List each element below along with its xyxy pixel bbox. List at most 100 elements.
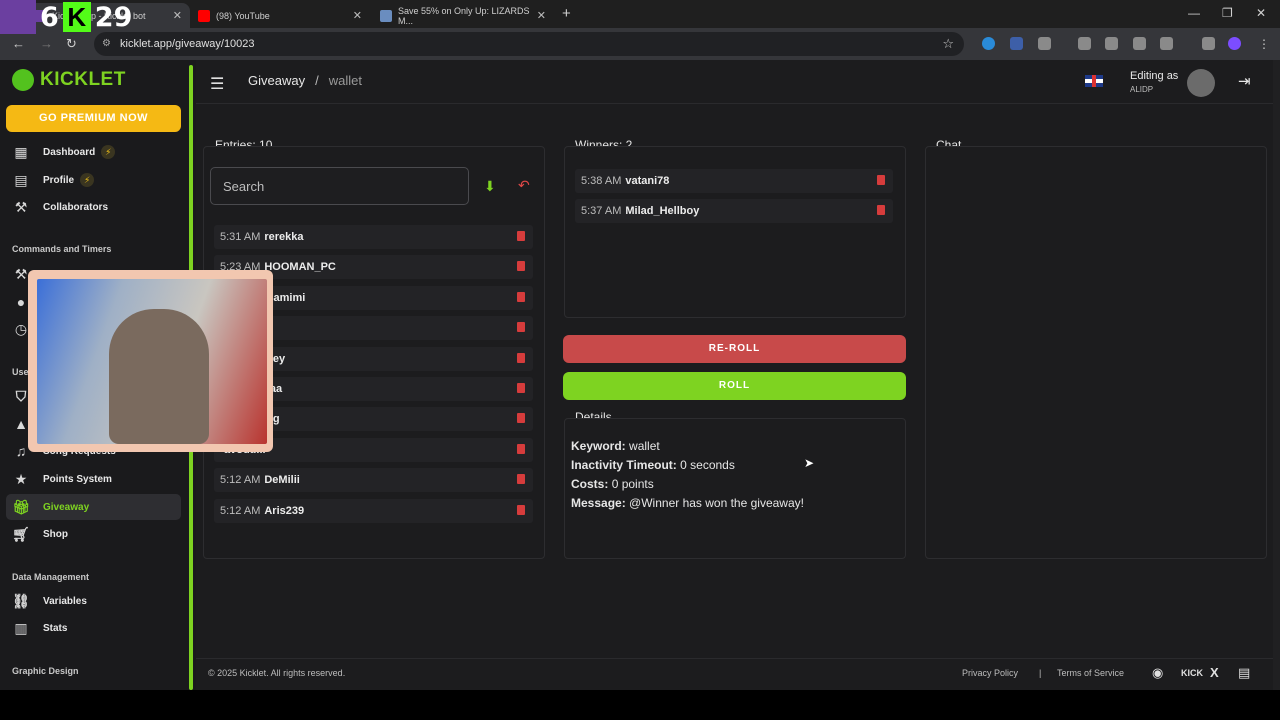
window-close-icon[interactable]: ✕ bbox=[1256, 6, 1266, 20]
warning-icon: ▲ bbox=[14, 416, 28, 432]
delete-entry-icon[interactable] bbox=[517, 504, 525, 515]
menu-toggle-icon[interactable]: ☰ bbox=[210, 74, 224, 94]
page-scrollbar[interactable] bbox=[1273, 60, 1280, 690]
delete-entry-icon[interactable] bbox=[517, 261, 525, 272]
sidebar-item-points-system[interactable]: ★ Points System bbox=[6, 466, 181, 492]
copyright-text: © 2025 Kicklet. All rights reserved. bbox=[208, 668, 346, 678]
entry-row: 5:31 AM rerekka bbox=[214, 225, 533, 249]
music-icon: ♫ bbox=[15, 443, 27, 459]
kick-logo-icon: K bbox=[62, 2, 91, 32]
address-bar[interactable]: ⚙ kicklet.app/giveaway/10023 ☆ bbox=[94, 32, 964, 56]
delete-entry-icon[interactable] bbox=[517, 474, 525, 485]
kicklet-logo[interactable]: KICKLET bbox=[12, 69, 126, 91]
editing-as: Editing as ALIDP bbox=[1130, 70, 1178, 94]
delete-entry-icon[interactable] bbox=[517, 443, 525, 454]
browser-tab-bar: Kicklet.app - Kicklet bot ✕ (98) YouTube… bbox=[0, 0, 1280, 28]
clock-icon: ◷ bbox=[14, 320, 28, 337]
extensions-puzzle-icon[interactable] bbox=[1038, 37, 1051, 50]
extension-icon[interactable] bbox=[982, 37, 995, 50]
delete-entry-icon[interactable] bbox=[517, 413, 525, 424]
delete-entry-icon[interactable] bbox=[517, 291, 525, 302]
cast-icon[interactable] bbox=[1160, 37, 1173, 50]
undo-icon[interactable]: ↶ bbox=[518, 177, 530, 194]
entry-time: 5:12 AM bbox=[220, 504, 261, 517]
dashboard-icon: ▦ bbox=[14, 143, 28, 160]
app-frame: Kicklet.app - Kicklet bot ✕ (98) YouTube… bbox=[0, 0, 1280, 690]
sidebar-item-shop[interactable]: 🛒︎ Shop bbox=[6, 521, 181, 547]
delete-entry-icon[interactable] bbox=[517, 352, 525, 363]
bookmark-star-icon[interactable]: ☆ bbox=[942, 32, 954, 56]
entry-name: rerekka bbox=[264, 231, 304, 243]
sidebar-item-label: Points System bbox=[43, 473, 112, 485]
premium-badge-icon: ⚡ bbox=[80, 173, 95, 187]
breadcrumb-giveaway[interactable]: Giveaway bbox=[248, 73, 305, 88]
mouse-cursor-icon: ➤ bbox=[804, 456, 815, 470]
sidebar-item-variables[interactable]: ⛓ Variables bbox=[6, 588, 181, 614]
detail-label: Message: bbox=[571, 496, 626, 510]
winner-name: vatani78 bbox=[625, 175, 670, 187]
logo-text: KICKLET bbox=[40, 69, 126, 90]
collaborators-icon: ⚒ bbox=[14, 198, 28, 215]
delete-entry-icon[interactable] bbox=[517, 383, 525, 393]
entry-name: HOOMAN_PC bbox=[264, 261, 336, 274]
back-icon[interactable]: ← bbox=[12, 36, 25, 51]
entry-name: Aris239 bbox=[264, 504, 305, 517]
sidebar-item-giveaway[interactable]: 🎁︎ Giveaway bbox=[6, 494, 181, 520]
forward-icon[interactable]: → bbox=[40, 36, 53, 51]
detail-value: @Winner has won the giveaway! bbox=[629, 496, 804, 510]
browser-tab[interactable]: (98) YouTube ✕ bbox=[190, 3, 370, 28]
delete-entry-icon[interactable] bbox=[517, 231, 525, 241]
search-input[interactable] bbox=[210, 167, 469, 205]
sidebar-item-dashboard[interactable]: ▦ Dashboard ⚡ bbox=[6, 139, 181, 165]
extension-icon[interactable] bbox=[1078, 37, 1091, 50]
favorites-icon[interactable] bbox=[1133, 37, 1146, 50]
avatar[interactable] bbox=[1187, 69, 1215, 97]
document-icon[interactable]: ▤ bbox=[1238, 665, 1250, 681]
close-tab-icon[interactable]: ✕ bbox=[353, 9, 362, 22]
sidebar-item-profile[interactable]: ▤ Profile ⚡ bbox=[6, 167, 181, 193]
discord-icon[interactable]: ◉ bbox=[1152, 665, 1163, 681]
x-link[interactable]: X bbox=[1210, 665, 1219, 680]
profile-avatar-icon[interactable] bbox=[1228, 37, 1241, 50]
terms-of-service-link[interactable]: Terms of Service bbox=[1057, 668, 1124, 678]
browser-tab[interactable]: Save 55% on Only Up: LIZARDS M... ✕ bbox=[372, 3, 554, 28]
restore-icon[interactable]: ❐ bbox=[1222, 6, 1233, 20]
detail-label: Inactivity Timeout: bbox=[571, 458, 677, 472]
cart-icon: 🛒︎ bbox=[12, 525, 30, 542]
delete-winner-icon[interactable] bbox=[877, 175, 885, 185]
winner-name: Milad_Hellboy bbox=[625, 205, 700, 217]
winner-time: 5:38 AM bbox=[581, 175, 622, 187]
download-icon[interactable]: ⬇ bbox=[484, 178, 496, 195]
kick-link[interactable]: KICK bbox=[1181, 668, 1203, 678]
roll-button[interactable]: ROLL bbox=[563, 372, 906, 400]
menu-dots-icon[interactable]: ⋮ bbox=[1258, 37, 1271, 51]
privacy-policy-link[interactable]: Privacy Policy bbox=[962, 668, 1018, 678]
media-icon[interactable] bbox=[1202, 37, 1215, 50]
reroll-button[interactable]: RE-ROLL bbox=[563, 335, 906, 363]
new-tab-icon[interactable]: + bbox=[562, 5, 571, 22]
sidebar-item-collaborators[interactable]: ⚒ Collaborators bbox=[6, 194, 181, 220]
chat-panel bbox=[925, 146, 1267, 559]
sidebar-item-stats[interactable]: ▥ Stats bbox=[6, 615, 181, 641]
close-tab-icon[interactable]: ✕ bbox=[537, 9, 546, 22]
close-tab-icon[interactable]: ✕ bbox=[173, 9, 182, 22]
uk-flag-icon[interactable] bbox=[1085, 75, 1103, 87]
download-icon[interactable] bbox=[1105, 37, 1118, 50]
delete-winner-icon[interactable] bbox=[877, 205, 885, 215]
breadcrumb: Giveaway / wallet bbox=[248, 73, 362, 88]
delete-entry-icon[interactable] bbox=[517, 322, 525, 333]
sidebar-item-label: Variables bbox=[43, 595, 87, 607]
overlay-purple-block bbox=[0, 0, 36, 34]
premium-badge-icon: ⚡ bbox=[101, 145, 116, 159]
entry-time: 5:12 AM bbox=[220, 474, 261, 487]
reload-icon[interactable]: ↻ bbox=[66, 36, 77, 52]
hammer-icon: ⚒ bbox=[14, 265, 28, 282]
extension-icon[interactable] bbox=[1010, 37, 1023, 50]
webcam-feed bbox=[37, 279, 267, 444]
minimize-icon[interactable]: — bbox=[1188, 6, 1200, 20]
detail-costs: Costs: 0 points bbox=[571, 477, 654, 491]
section-commands-and-timers: Commands and Timers bbox=[12, 244, 112, 254]
go-premium-button[interactable]: GO PREMIUM NOW bbox=[6, 105, 181, 132]
site-info-icon[interactable]: ⚙ bbox=[102, 32, 111, 56]
logout-icon[interactable]: ⇥ bbox=[1238, 72, 1251, 90]
